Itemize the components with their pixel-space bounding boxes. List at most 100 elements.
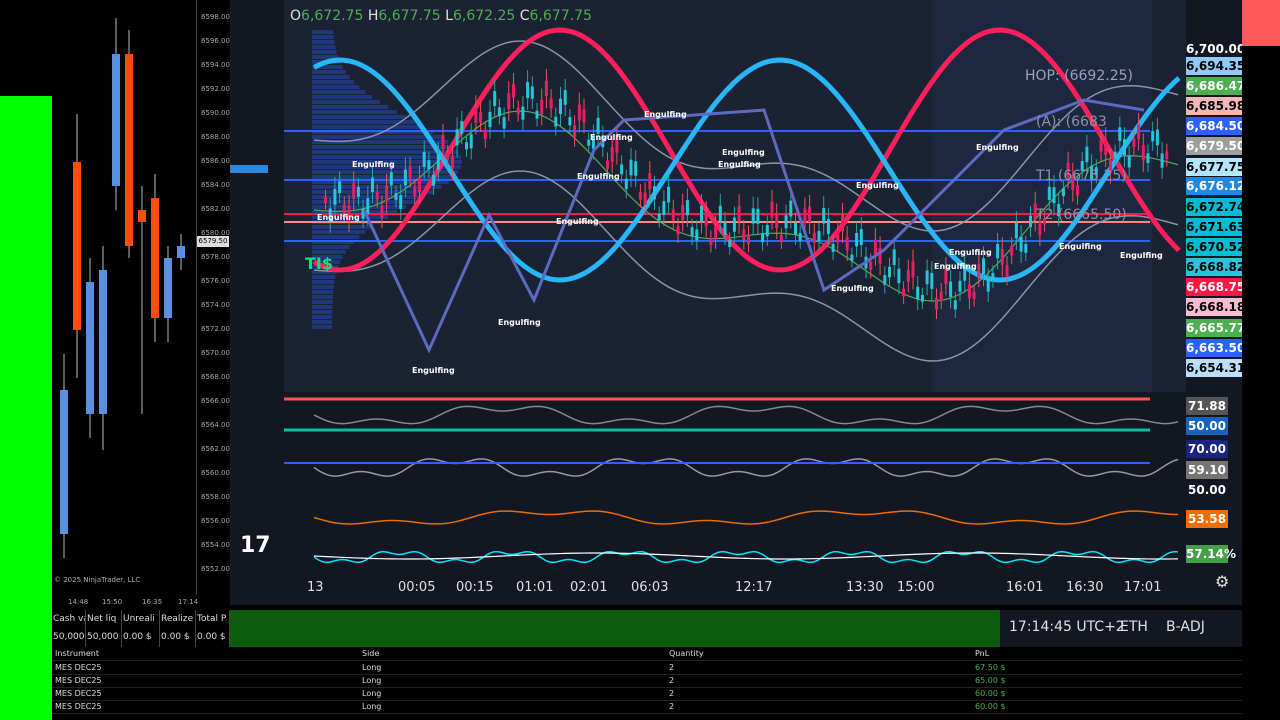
nt-price-tick: 6576.00 — [201, 277, 230, 285]
nt-price-tick: 6590.00 — [201, 109, 230, 117]
nt-time-tick: 15:50 — [102, 598, 123, 606]
candle-body — [394, 193, 398, 200]
account-header: Realize — [161, 614, 194, 624]
candle-body — [718, 205, 722, 222]
candle-body — [342, 204, 346, 213]
volume-profile-bar — [312, 295, 333, 299]
candle-body — [676, 225, 680, 235]
account-value: 0.00 $ — [161, 632, 190, 642]
close-value: 6,677.75 — [529, 8, 592, 24]
candle-body — [850, 254, 854, 261]
volume-profile-bar — [312, 275, 336, 279]
candle-body — [563, 90, 567, 105]
price-scale-label: 6,668.75 — [1186, 278, 1246, 296]
candle-body — [765, 224, 769, 237]
positions-header-cell: Side — [362, 649, 380, 658]
t1-annotation: T1 (6675.25) — [1036, 168, 1127, 184]
table-row[interactable]: MES DEC25 Long 2 60.00 $ — [52, 687, 1242, 701]
candle-body — [920, 295, 924, 302]
engulfing-label: Engulfing — [722, 148, 765, 157]
tradingview-chart-panel[interactable] — [230, 0, 1242, 605]
indicator-scale-label: 71.88 — [1186, 397, 1228, 415]
candle-body — [1000, 249, 1004, 265]
indicator-scale-label: 57.14% — [1186, 545, 1236, 563]
t2-annotation: T2 (6665.50) — [1036, 207, 1127, 223]
candle-body — [671, 209, 675, 221]
candle-body — [1014, 223, 1018, 239]
candle-body — [916, 286, 920, 300]
nt-time-tick: 17:14 — [178, 598, 199, 606]
account-column: Total P 0.00 $ — [196, 610, 230, 647]
candle-body — [944, 268, 948, 284]
candle-body — [502, 117, 506, 129]
low-label: L — [445, 8, 453, 24]
engulfing-label: Engulfing — [556, 217, 599, 226]
settings-gear-icon[interactable]: ⚙ — [1215, 572, 1229, 591]
table-cell: Long — [362, 663, 382, 672]
time-axis-label: 12:17 — [735, 580, 773, 595]
account-header: Cash va — [53, 614, 86, 624]
volume-profile-bar — [312, 125, 425, 129]
candle-body — [817, 230, 821, 241]
candle-body — [333, 188, 337, 205]
candle-body — [1038, 221, 1042, 236]
table-cell: 2 — [669, 676, 675, 685]
high-value: 6,677.75 — [378, 8, 441, 24]
nt-price-tick: 6586.00 — [201, 157, 230, 165]
candle-body — [803, 208, 807, 224]
table-row[interactable]: MES DEC25 Long 2 60.00 $ — [52, 700, 1242, 714]
positions-header-cell: Instrument — [55, 649, 100, 658]
account-value: 0.00 $ — [123, 632, 152, 642]
candle-body — [1141, 145, 1145, 161]
nt-price-tick: 6566.00 — [201, 397, 230, 405]
engulfing-label: Engulfing — [412, 366, 455, 375]
price-scale-label: 6,694.35 — [1186, 57, 1246, 75]
candle-body — [1123, 139, 1126, 156]
time-axis-label: 16:30 — [1066, 580, 1104, 595]
candle-body — [559, 98, 562, 115]
candle-body — [432, 174, 436, 186]
candle-body — [389, 172, 393, 186]
table-cell: Long — [362, 689, 382, 698]
candle-body — [577, 104, 581, 121]
candle-body — [620, 164, 624, 175]
nt-price-tick: 6588.00 — [201, 133, 230, 141]
time-axis-label: 16:01 — [1006, 580, 1044, 595]
engulfing-label: Engulfing — [644, 110, 687, 119]
candle-body — [441, 135, 445, 150]
indicator-scale-label: 70.00 — [1186, 440, 1228, 458]
candle-body — [1118, 127, 1122, 141]
bottom-green-bar — [230, 610, 1000, 647]
candle-body — [681, 205, 685, 221]
candle-body — [380, 205, 384, 218]
table-row[interactable]: MES DEC25 Long 2 67.50 $ — [52, 661, 1242, 675]
table-cell: 67.50 $ — [975, 663, 1006, 672]
candle-body — [784, 215, 788, 229]
candle-body — [455, 129, 459, 146]
tradingview-chart-canvas[interactable] — [230, 0, 1242, 605]
time-axis-label: 01:01 — [516, 580, 554, 595]
candle-body — [403, 169, 407, 186]
price-scale-label: 6,670.52 — [1186, 238, 1246, 256]
engulfing-label: Engulfing — [949, 248, 992, 257]
account-value: 0.00 $ — [197, 632, 226, 642]
account-value: 50,000 — [53, 632, 85, 642]
price-scale-label: 6,679.50 — [1186, 137, 1246, 155]
candle-body — [1165, 151, 1169, 159]
low-value: 6,672.25 — [452, 8, 516, 24]
adjust-button[interactable]: B-ADJ — [1166, 619, 1205, 635]
candle-body — [728, 239, 732, 248]
time-axis-label: 00:15 — [456, 580, 494, 595]
candle-body — [483, 129, 487, 139]
table-row[interactable]: MES DEC25 Long 2 65.00 $ — [52, 674, 1242, 688]
candle-body — [469, 134, 473, 149]
candle-body — [737, 206, 741, 222]
table-cell: Long — [362, 702, 382, 711]
candle-body — [935, 298, 938, 310]
price-scale-label: 6,665.77 — [1186, 319, 1246, 337]
candle-body — [808, 206, 812, 223]
candle-body — [798, 233, 802, 242]
session-button[interactable]: ETH — [1120, 619, 1148, 635]
candle-body — [460, 121, 464, 134]
candle-body — [338, 181, 342, 194]
